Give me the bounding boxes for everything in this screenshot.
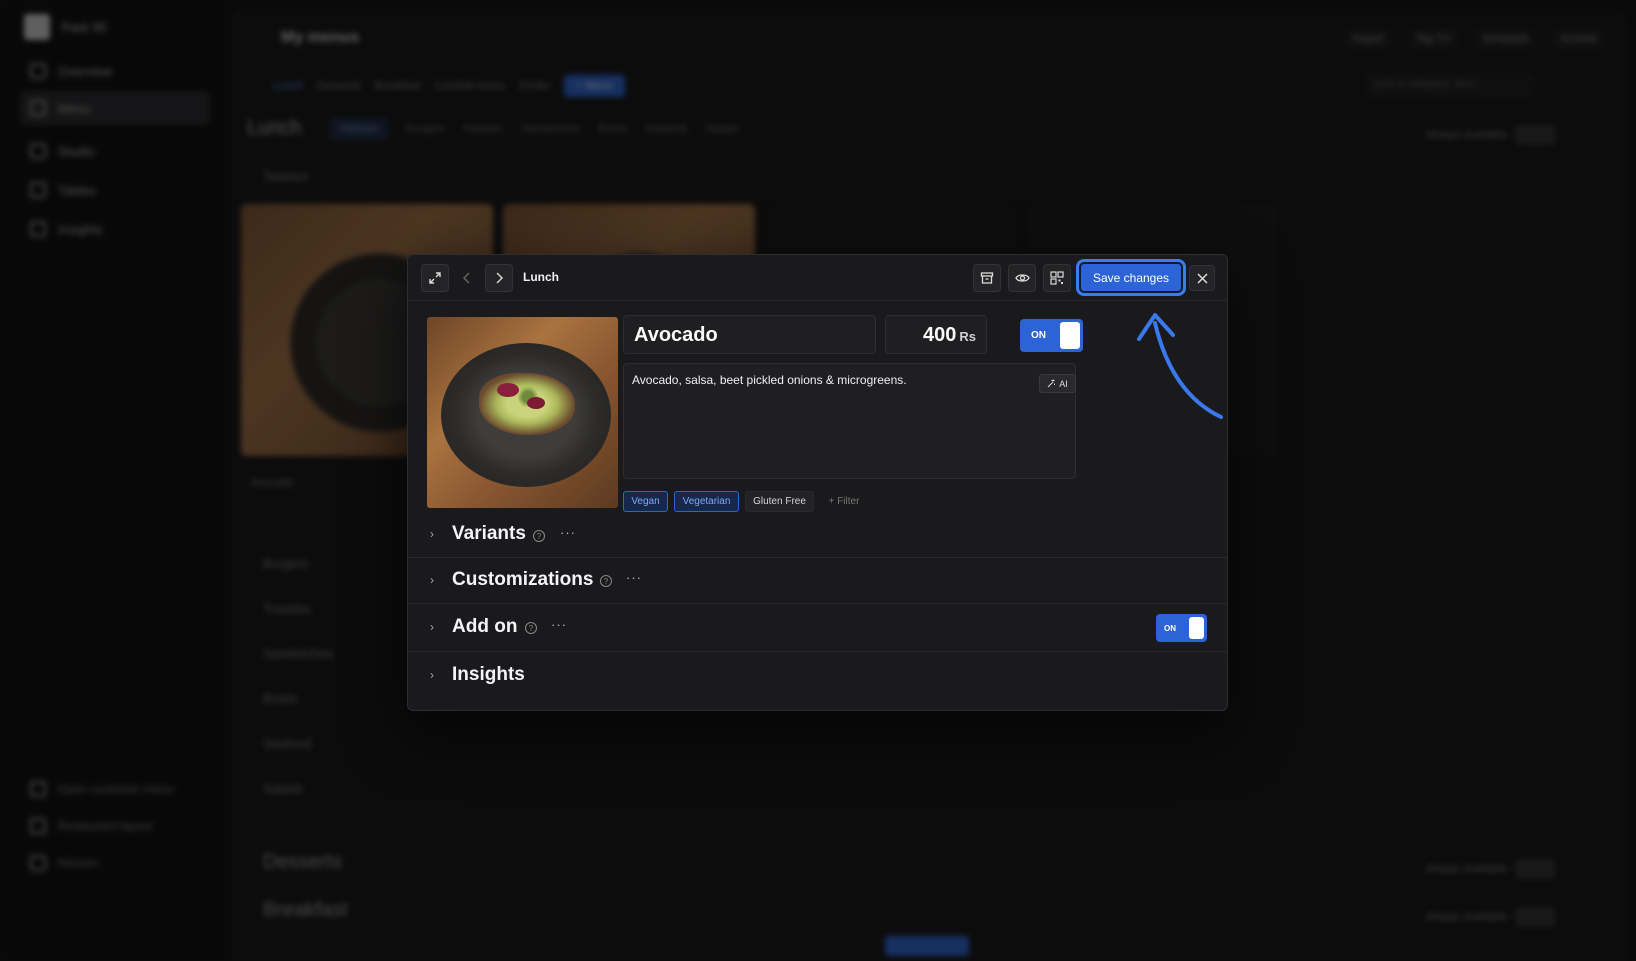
chevron-right-icon: ›: [430, 573, 434, 587]
availability-toggle[interactable]: ON: [1020, 319, 1083, 352]
ai-label: AI: [1059, 378, 1068, 389]
tag-vegetarian[interactable]: Vegetarian: [674, 491, 739, 512]
toggle-knob: [1189, 617, 1204, 639]
item-image[interactable]: [427, 317, 618, 508]
archive-button[interactable]: [973, 264, 1001, 292]
tag-gluten-free[interactable]: Gluten Free: [745, 491, 814, 512]
close-icon: [1196, 272, 1208, 284]
more-horizontal-icon[interactable]: ···: [626, 570, 642, 585]
section-title: Add on: [452, 616, 518, 637]
add-filter-button[interactable]: + Filter: [822, 491, 866, 512]
preview-button[interactable]: [1008, 264, 1036, 292]
item-price-input[interactable]: 400 Rs: [885, 315, 987, 354]
toggle-label: ON: [1164, 623, 1176, 633]
qr-code-icon: [1050, 271, 1064, 285]
save-changes-button[interactable]: Save changes: [1079, 262, 1183, 293]
tag-vegan[interactable]: Vegan: [623, 491, 668, 512]
currency-label: Rs: [959, 329, 976, 344]
qr-code-button[interactable]: [1043, 264, 1071, 292]
section-title: Variants: [452, 523, 526, 544]
chevron-right-icon: ›: [430, 527, 434, 541]
toggle-label: ON: [1031, 330, 1046, 341]
help-circle-icon[interactable]: ?: [533, 530, 545, 542]
item-description-input[interactable]: Avocado, salsa, beet pickled onions & mi…: [623, 363, 1076, 479]
section-title: Customizations: [452, 569, 594, 590]
help-circle-icon[interactable]: ?: [600, 575, 612, 587]
price-value: 400: [923, 324, 957, 346]
section-title: Insights: [452, 664, 525, 685]
modal-header: Lunch Save changes: [408, 255, 1227, 301]
section-customizations[interactable]: › Customizations ? ···: [408, 557, 1227, 603]
next-item-button[interactable]: [485, 264, 513, 292]
section-add-on[interactable]: › Add on ? ··· ON: [408, 603, 1227, 651]
chevron-right-icon: [496, 272, 503, 284]
sparkle-icon: [1047, 379, 1056, 388]
more-horizontal-icon[interactable]: ···: [551, 617, 567, 632]
toggle-knob: [1060, 322, 1080, 349]
item-name-input[interactable]: Avocado: [623, 315, 876, 354]
eye-icon: [1014, 274, 1030, 282]
item-editor-modal: Lunch Save changes Avocado 400 Rs ON Avo…: [407, 254, 1228, 711]
chevron-right-icon: ›: [430, 620, 434, 634]
annotation-arrow: [1137, 313, 1223, 419]
previous-item-button[interactable]: [453, 264, 481, 292]
expand-icon: [429, 272, 441, 284]
onion-graphic: [497, 383, 519, 397]
chevron-right-icon: ›: [430, 668, 434, 682]
close-button[interactable]: [1189, 265, 1215, 291]
expand-button[interactable]: [421, 264, 449, 292]
add-on-toggle[interactable]: ON: [1156, 614, 1207, 642]
help-circle-icon[interactable]: ?: [525, 622, 537, 634]
section-variants[interactable]: › Variants ? ···: [408, 512, 1227, 557]
chevron-left-icon: [463, 272, 470, 284]
archive-icon: [980, 272, 994, 284]
onion-graphic: [527, 397, 545, 409]
section-insights[interactable]: › Insights: [408, 651, 1227, 696]
more-horizontal-icon[interactable]: ···: [560, 525, 576, 540]
breadcrumb[interactable]: Lunch: [523, 270, 559, 284]
ai-generate-button[interactable]: AI: [1039, 374, 1076, 393]
